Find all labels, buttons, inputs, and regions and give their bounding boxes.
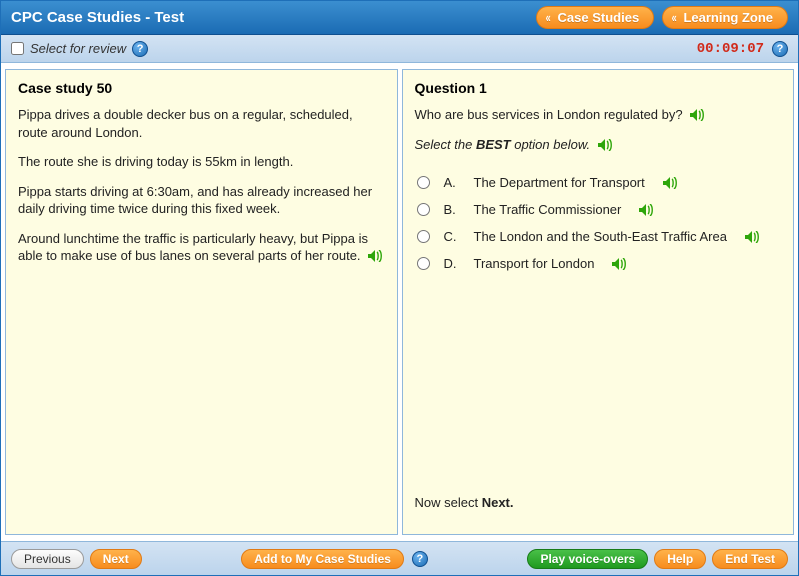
option-a[interactable]: A. The Department for Transport	[415, 169, 782, 196]
option-text: The London and the South-East Traffic Ar…	[474, 229, 727, 244]
help-icon[interactable]: ?	[772, 41, 788, 57]
options-list: A. The Department for Transport B. The T…	[415, 169, 782, 277]
audio-icon[interactable]	[690, 106, 706, 124]
case-studies-label: Case Studies	[558, 10, 640, 25]
audio-icon[interactable]	[663, 175, 679, 190]
sub-bar: Select for review ? 00:09:07 ?	[1, 35, 798, 63]
option-b[interactable]: B. The Traffic Commissioner	[415, 196, 782, 223]
top-nav: « Case Studies « Learning Zone	[536, 6, 788, 29]
option-text: Transport for London	[474, 256, 595, 271]
select-for-review-label: Select for review	[30, 41, 126, 56]
case-study-panel: Case study 50 Pippa drives a double deck…	[5, 69, 398, 535]
previous-button[interactable]: Previous	[11, 549, 84, 569]
play-voice-overs-button[interactable]: Play voice-overs	[527, 549, 648, 569]
learning-zone-button[interactable]: « Learning Zone	[662, 6, 788, 29]
question-instruction: Select the BEST option below.	[415, 136, 782, 154]
timer: 00:09:07	[697, 41, 764, 57]
content-area: Case study 50 Pippa drives a double deck…	[1, 63, 798, 541]
learning-zone-label: Learning Zone	[683, 10, 773, 25]
next-hint: Now select Next.	[415, 464, 782, 512]
option-radio[interactable]	[417, 203, 430, 216]
option-text: The Traffic Commissioner	[474, 202, 622, 217]
app-title: CPC Case Studies - Test	[11, 9, 536, 26]
next-button[interactable]: Next	[90, 549, 142, 569]
end-test-button[interactable]: End Test	[712, 549, 788, 569]
question-prompt: Who are bus services in London regulated…	[415, 106, 782, 124]
option-radio[interactable]	[417, 257, 430, 270]
audio-icon[interactable]	[368, 247, 384, 265]
help-icon[interactable]: ?	[412, 551, 428, 567]
case-study-heading: Case study 50	[18, 80, 385, 96]
option-d[interactable]: D. Transport for London	[415, 250, 782, 277]
footer-bar: Previous Next Add to My Case Studies ? P…	[1, 541, 798, 575]
title-bar: CPC Case Studies - Test « Case Studies «…	[1, 1, 798, 35]
option-c[interactable]: C. The London and the South-East Traffic…	[415, 223, 782, 250]
case-paragraph: Pippa starts driving at 6:30am, and has …	[18, 183, 385, 218]
option-letter: D.	[444, 256, 460, 271]
case-paragraph: Around lunchtime the traffic is particul…	[18, 230, 385, 265]
audio-icon[interactable]	[639, 202, 655, 217]
case-paragraph: Pippa drives a double decker bus on a re…	[18, 106, 385, 141]
audio-icon[interactable]	[745, 229, 761, 244]
chevron-left-icon: «	[672, 10, 675, 25]
option-radio[interactable]	[417, 230, 430, 243]
select-for-review-checkbox[interactable]	[11, 42, 24, 55]
audio-icon[interactable]	[598, 136, 614, 154]
option-text: The Department for Transport	[474, 175, 645, 190]
option-radio[interactable]	[417, 176, 430, 189]
add-to-my-case-studies-button[interactable]: Add to My Case Studies	[241, 549, 404, 569]
question-panel: Question 1 Who are bus services in Londo…	[402, 69, 795, 535]
audio-icon[interactable]	[612, 256, 628, 271]
case-paragraph: The route she is driving today is 55km i…	[18, 153, 385, 171]
option-letter: B.	[444, 202, 460, 217]
help-button[interactable]: Help	[654, 549, 706, 569]
option-letter: C.	[444, 229, 460, 244]
option-letter: A.	[444, 175, 460, 190]
case-studies-button[interactable]: « Case Studies	[536, 6, 654, 29]
help-icon[interactable]: ?	[132, 41, 148, 57]
question-heading: Question 1	[415, 80, 782, 96]
app-frame: CPC Case Studies - Test « Case Studies «…	[0, 0, 799, 576]
chevron-left-icon: «	[546, 10, 549, 25]
